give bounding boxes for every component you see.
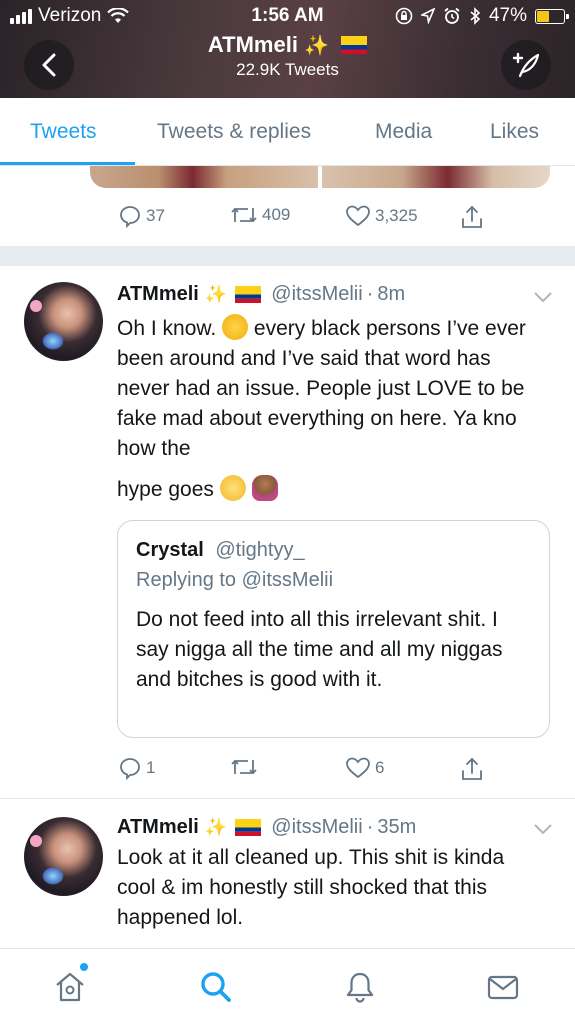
retweet-icon (231, 759, 257, 775)
share-button[interactable] (460, 756, 484, 782)
rofl-emoji (222, 314, 249, 340)
reply-icon (120, 758, 140, 780)
tab-tweets-and-replies[interactable]: Tweets & replies (157, 120, 311, 144)
tweet-author-handle[interactable]: @itssMelii (271, 283, 362, 306)
bluetooth-icon (470, 7, 481, 25)
battery-percent: 47% (488, 5, 527, 26)
active-tab-indicator (0, 162, 135, 165)
retweet-button[interactable] (230, 756, 258, 778)
avatar[interactable] (24, 282, 103, 361)
nav-home[interactable] (52, 969, 88, 1005)
tweet-timestamp: 35m (377, 816, 417, 838)
colombia-flag-emoji (235, 286, 262, 303)
tweet-count: 22.9K Tweets (236, 60, 339, 79)
tweet-author-name[interactable]: ATMmeli (117, 283, 199, 306)
reply-count: 1 (146, 758, 156, 777)
profile-title: ATMmeli ✨ (0, 32, 575, 58)
reply-count: 37 (146, 206, 165, 225)
avatar[interactable] (24, 817, 103, 896)
reply-button[interactable]: 1 (118, 756, 155, 780)
conversation-divider (0, 246, 575, 266)
quoted-author-name: Crystal (136, 539, 204, 561)
heart-icon (346, 757, 370, 779)
nav-notifications[interactable] (342, 969, 378, 1005)
search-icon (201, 972, 231, 1002)
compose-feather-icon (512, 52, 540, 78)
eye-roll-emoji (219, 475, 246, 501)
tweet-author-handle[interactable]: @itssMelii (271, 816, 362, 839)
sparkles-emoji: ✨ (304, 35, 329, 57)
nav-search[interactable] (198, 969, 234, 1005)
alarm-icon (444, 7, 460, 24)
notification-dot (80, 963, 88, 971)
retweet-button[interactable]: 409 (230, 204, 290, 226)
profile-header: Verizon 1:56 AM 47% ATMmeli ✨ 22.9K Twee… (0, 0, 575, 98)
compose-tweet-button[interactable] (501, 40, 551, 90)
nav-messages[interactable] (485, 969, 521, 1005)
profile-screen: Verizon 1:56 AM 47% ATMmeli ✨ 22.9K Twee… (0, 0, 575, 1024)
reply-icon (120, 206, 140, 228)
quoted-tweet[interactable]: Crystal @tightyy_ Replying to @itssMelii… (117, 520, 550, 738)
dot-separator: · (366, 816, 374, 838)
tweet-separator (0, 798, 575, 799)
tab-likes[interactable]: Likes (490, 120, 539, 144)
tweet-text: Oh I know. every black persons I’ve ever… (117, 314, 547, 464)
quoted-tweet-text: Do not feed into all this irrelevant shi… (136, 608, 503, 691)
colombia-flag-emoji (235, 819, 262, 836)
colombia-flag-emoji (341, 36, 368, 54)
tweet-header: ATMmeli ✨ @itssMelii · 8m (117, 283, 405, 306)
like-button[interactable]: 6 (345, 756, 384, 780)
screen-lock-icon (395, 7, 413, 25)
location-icon (420, 8, 435, 24)
tab-tweets[interactable]: Tweets (30, 120, 97, 144)
chevron-down-icon[interactable] (532, 290, 554, 304)
status-bar: Verizon 1:56 AM 47% (0, 0, 575, 34)
quoted-author-handle: @tightyy_ (215, 539, 305, 561)
bottom-tab-bar (0, 948, 575, 1024)
sparkles-emoji: ✨ (204, 284, 228, 304)
profile-name: ATMmeli (207, 32, 298, 57)
tab-media[interactable]: Media (375, 120, 432, 144)
like-count: 3,325 (375, 206, 418, 225)
profile-tabs: Tweets Tweets & replies Media Likes (0, 98, 575, 166)
tweet-actions: 1 6 (0, 756, 575, 786)
retweet-count: 409 (262, 205, 291, 224)
tweet-header: ATMmeli ✨ @itssMelii · 35m (117, 816, 416, 839)
battery-icon (535, 8, 569, 24)
previous-tweet-actions: 37 409 3,325 (0, 204, 575, 234)
tweet-media-image[interactable] (90, 166, 550, 188)
retweet-icon (231, 207, 257, 223)
tweet-text-end: hype goes (117, 475, 547, 505)
woman-facepalming-emoji (251, 475, 278, 501)
replying-to-label: Replying to @itssMelii (136, 569, 334, 591)
like-button[interactable]: 3,325 (345, 204, 418, 228)
tweet-text: Look at it all cleaned up. This shit is … (117, 846, 505, 929)
sparkles-emoji: ✨ (204, 817, 228, 837)
reply-button[interactable]: 37 (118, 204, 165, 228)
dot-separator: · (366, 283, 374, 305)
mail-icon (487, 975, 519, 1000)
share-button[interactable] (460, 204, 484, 230)
share-icon (462, 757, 482, 780)
tweet-author-name[interactable]: ATMmeli (117, 816, 199, 839)
heart-icon (346, 205, 370, 227)
like-count: 6 (375, 758, 385, 777)
bell-icon (346, 972, 374, 1003)
chevron-down-icon[interactable] (532, 822, 554, 836)
tweet-timestamp: 8m (377, 283, 406, 305)
home-icon (56, 972, 84, 1002)
share-icon (462, 205, 482, 228)
